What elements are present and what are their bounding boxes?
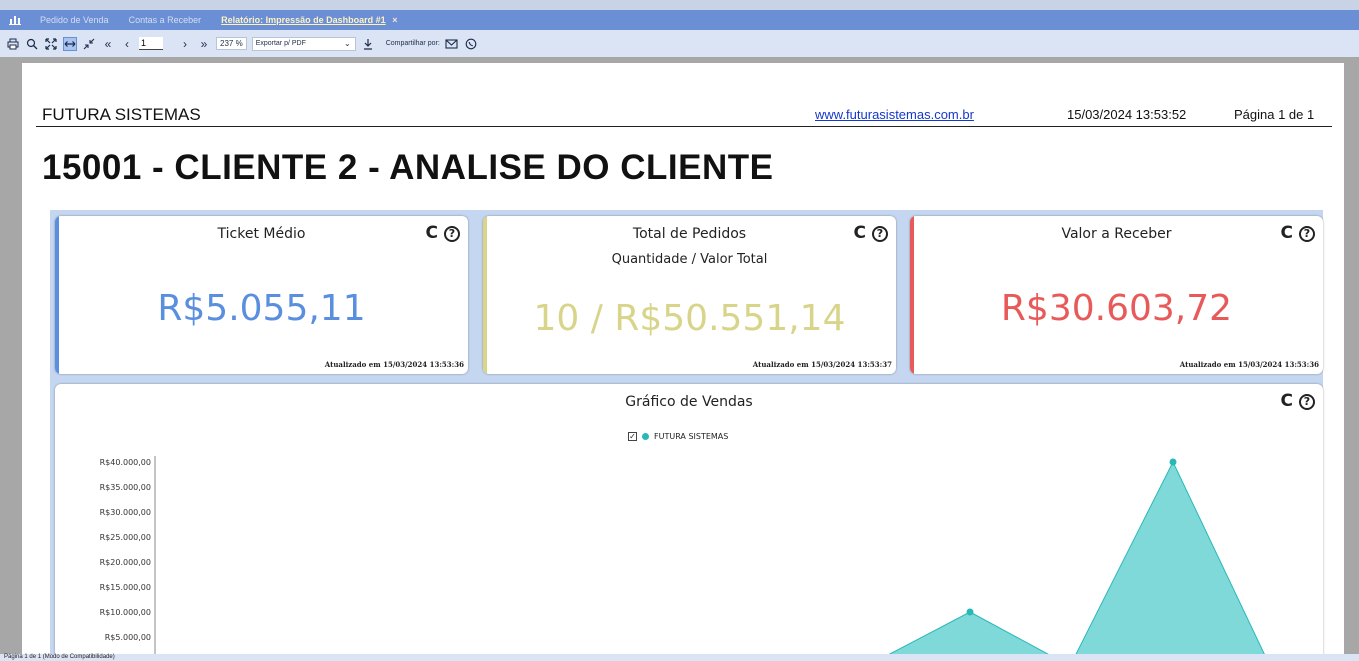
card-title: Valor a Receber: [1061, 226, 1172, 242]
card-title: Total de Pedidos: [632, 226, 747, 242]
y-tick-label: R$35.000,00: [100, 483, 151, 492]
report-page: FUTURA SISTEMAS www.futurasistemas.com.b…: [22, 63, 1344, 654]
email-icon[interactable]: [445, 37, 459, 51]
report-title: 15001 - CLIENTE 2 - ANALISE DO CLIENTE: [42, 148, 774, 187]
valor-receber-card: Valor a Receber C ? R$30.603,72 Atualiza…: [910, 216, 1323, 374]
fit-width-icon[interactable]: [63, 36, 77, 51]
report-datetime: 15/03/2024 13:53:52: [1067, 107, 1187, 122]
report-website-link[interactable]: www.futurasistemas.com.br: [815, 107, 974, 122]
data-point[interactable]: [966, 608, 974, 616]
y-tick-label: R$10.000,00: [100, 608, 151, 617]
total-pedidos-card: Total de Pedidos Quantidade / Valor Tota…: [483, 216, 896, 374]
help-icon[interactable]: ?: [1299, 225, 1315, 242]
share-label: Compartilhar por:: [385, 40, 440, 47]
y-tick-label: R$5.000,00: [105, 633, 151, 642]
header-divider: [36, 126, 1332, 127]
y-tick-label: R$40.000,00: [100, 458, 151, 467]
refresh-icon[interactable]: C: [426, 225, 438, 242]
report-company: FUTURA SISTEMAS: [42, 105, 201, 124]
collapse-icon[interactable]: [82, 37, 96, 51]
card-value: R$30.603,72: [1000, 288, 1233, 329]
report-viewport[interactable]: FUTURA SISTEMAS www.futurasistemas.com.b…: [0, 57, 1359, 654]
ticket-medio-card: Ticket Médio C ? R$5.055,11 Atualizado e…: [55, 216, 468, 374]
status-bar: Página 1 de 1 (Modo de Compatibilidade): [0, 654, 1359, 661]
y-tick-label: R$15.000,00: [100, 583, 151, 592]
sales-area-series: [888, 460, 1265, 654]
card-title: Ticket Médio: [217, 226, 306, 242]
card-subtitle: Quantidade / Valor Total: [611, 252, 768, 267]
y-tick-label: R$20.000,00: [100, 558, 151, 567]
card-updated: Atualizado em 15/03/2024 13:53:37: [752, 360, 892, 369]
report-toolbar: « ‹ › » 237 % Exportar p/ PDF ⌄ Comparti…: [0, 30, 1359, 57]
help-icon[interactable]: ?: [444, 225, 460, 242]
download-icon[interactable]: [361, 37, 375, 51]
tab-contas-a-receber[interactable]: Contas a Receber: [119, 10, 212, 30]
first-page-icon[interactable]: «: [101, 37, 115, 51]
next-page-icon[interactable]: ›: [178, 37, 192, 51]
chart-app-icon[interactable]: [0, 10, 30, 30]
export-select-value: Exportar p/ PDF: [255, 39, 306, 47]
search-icon[interactable]: [25, 37, 39, 51]
card-value: 10 / R$50.551,14: [533, 298, 846, 339]
refresh-icon[interactable]: C: [1281, 225, 1293, 242]
help-icon[interactable]: ?: [872, 225, 888, 242]
previous-page-icon[interactable]: ‹: [120, 37, 134, 51]
report-page-number: Página 1 de 1: [1234, 107, 1315, 122]
tab-relatorio-dashboard[interactable]: Relatório: Impressão de Dashboard #1 ×: [211, 10, 407, 30]
last-page-icon[interactable]: »: [197, 37, 211, 51]
page-number-input[interactable]: [139, 37, 163, 50]
dashboard-panel: Ticket Médio C ? R$5.055,11 Atualizado e…: [50, 210, 1323, 654]
y-tick-label: R$30.000,00: [100, 508, 151, 517]
tab-bar: Pedido de Venda Contas a Receber Relatór…: [0, 10, 1359, 30]
data-point[interactable]: [1169, 458, 1177, 466]
close-tab-icon[interactable]: ×: [392, 15, 397, 25]
card-value: R$5.055,11: [157, 288, 366, 329]
export-select[interactable]: Exportar p/ PDF ⌄: [251, 36, 356, 51]
tab-relatorio-label: Relatório: Impressão de Dashboard #1: [221, 15, 386, 25]
card-updated: Atualizado em 15/03/2024 13:53:36: [324, 360, 464, 369]
fit-page-icon[interactable]: [44, 37, 58, 51]
whatsapp-icon[interactable]: [464, 37, 478, 51]
y-tick-label: R$25.000,00: [100, 533, 151, 542]
sales-chart: R$40.000,00 R$35.000,00 R$30.000,00 R$25.00…: [100, 456, 1265, 654]
sales-chart-card: Gráfico de Vendas C ? ✓ FUTURA SISTEMAS …: [55, 384, 1323, 654]
chevron-down-icon: ⌄: [343, 38, 351, 48]
tab-pedido-de-venda[interactable]: Pedido de Venda: [30, 10, 119, 30]
print-icon[interactable]: [6, 37, 20, 51]
zoom-field[interactable]: 237 %: [216, 37, 247, 50]
card-updated: Atualizado em 15/03/2024 13:53:36: [1179, 360, 1319, 369]
refresh-icon[interactable]: C: [854, 225, 866, 242]
